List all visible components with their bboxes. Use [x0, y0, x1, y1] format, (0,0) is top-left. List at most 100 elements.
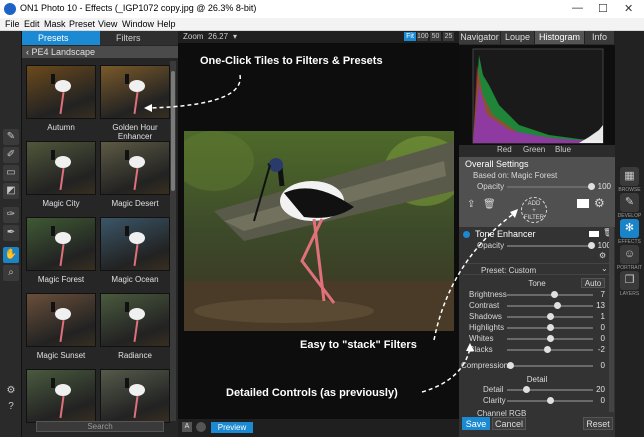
zoom-50-button[interactable]: 50: [430, 32, 441, 41]
zoom-tool-icon[interactable]: ⌕: [3, 265, 19, 281]
close-button[interactable]: ✕: [624, 2, 633, 15]
develop-module-icon[interactable]: ✎: [620, 193, 639, 212]
preset-tile-label: Magic Ocean: [111, 275, 159, 284]
gear-icon[interactable]: ⚙: [594, 196, 605, 210]
main-photo[interactable]: [184, 131, 454, 331]
overall-opacity-value: 100: [597, 182, 611, 191]
retouch-brush-icon[interactable]: ✒: [3, 225, 19, 241]
effects-module-icon[interactable]: ✻: [620, 219, 639, 238]
tone-slider-knob[interactable]: [547, 324, 554, 331]
overall-opacity-slider[interactable]: [507, 186, 593, 188]
detail-slider[interactable]: [507, 389, 593, 391]
chevron-down-icon: ⌄: [601, 264, 608, 273]
thumbnail-bird: [129, 232, 145, 244]
preset-tile[interactable]: [26, 217, 96, 271]
arrow-to-tiles: [144, 74, 241, 112]
channel-red[interactable]: Red: [497, 145, 512, 154]
left-toolbar: ✎ ✐ ▭ ◩ ✑ ✒ ✋ ⌕ ⚙ ?: [0, 31, 22, 437]
tone-slider-value: 13: [596, 301, 605, 310]
menu-mask[interactable]: Mask: [44, 19, 66, 29]
tone-slider-knob[interactable]: [544, 346, 552, 353]
zoom-dropdown-icon[interactable]: ▾: [233, 32, 237, 41]
menu-file[interactable]: File: [5, 19, 20, 29]
preset-tile[interactable]: [26, 369, 96, 423]
preset-tile[interactable]: [26, 141, 96, 195]
maximize-button[interactable]: ☐: [598, 2, 608, 15]
channel-green[interactable]: Green: [523, 145, 545, 154]
app-logo-icon: [4, 3, 16, 15]
filter-gear-icon[interactable]: ⚙: [599, 251, 606, 260]
mask-swatch-icon[interactable]: [577, 199, 589, 208]
zoom-fit-button[interactable]: Fit: [404, 32, 416, 41]
tone-slider-knob[interactable]: [547, 313, 554, 320]
bird-photo-image: [184, 131, 454, 331]
cancel-button[interactable]: Cancel: [492, 417, 526, 430]
zoom-25-button[interactable]: 25: [443, 32, 454, 41]
menu-edit[interactable]: Edit: [24, 19, 40, 29]
settings-gear-icon[interactable]: ⚙: [3, 383, 19, 399]
tone-slider-value: 7: [600, 290, 605, 299]
tone-slider-value: 1: [600, 312, 605, 321]
help-icon[interactable]: ?: [3, 399, 19, 415]
auto-button[interactable]: Auto: [581, 278, 605, 288]
refine-brush-icon[interactable]: ✑: [3, 207, 19, 223]
settings-scrollbar[interactable]: [609, 227, 614, 412]
layers-module-icon[interactable]: ❐: [620, 271, 639, 290]
preview-button[interactable]: Preview: [211, 422, 253, 433]
clarity-knob[interactable]: [547, 397, 554, 404]
channel-blue[interactable]: Blue: [555, 145, 571, 154]
preset-search-input[interactable]: Search: [36, 421, 164, 432]
portrait-module-icon[interactable]: ☺: [620, 245, 639, 264]
tab-filters[interactable]: Filters: [100, 31, 178, 45]
preset-tile[interactable]: [26, 65, 96, 119]
preset-tile[interactable]: [100, 217, 170, 271]
zoom-100-button[interactable]: 100: [417, 32, 429, 41]
thumbnail-bird-neck: [125, 378, 129, 388]
zoom-value[interactable]: 26.27: [208, 32, 228, 41]
thumbnail-bird: [55, 156, 71, 168]
minimize-button[interactable]: —: [572, 2, 583, 14]
add-filter-button[interactable]: ADD + FILTER: [521, 197, 547, 223]
reset-button[interactable]: Reset: [583, 417, 613, 430]
compression-slider[interactable]: [507, 365, 593, 367]
tab-histogram[interactable]: Histogram: [535, 31, 585, 44]
compression-knob[interactable]: [507, 362, 514, 369]
thumbnail-bird: [55, 232, 71, 244]
chisel-icon[interactable]: ◩: [3, 183, 19, 199]
thumbnail-bird-neck: [125, 74, 129, 84]
preset-tile[interactable]: [100, 141, 170, 195]
title-bar: ON1 Photo 10 - Effects (_IGP1072 copy.jp…: [0, 0, 644, 18]
tab-info[interactable]: Info: [585, 31, 615, 44]
thumbnail-bird-neck: [125, 226, 129, 236]
before-after-icon[interactable]: A: [182, 422, 192, 432]
line-mask-icon[interactable]: ▭: [3, 165, 19, 181]
filter-mask-icon[interactable]: [589, 231, 599, 237]
masking-brush-icon[interactable]: ✐: [3, 147, 19, 163]
preset-group-header[interactable]: ‹ PE4 Landscape: [22, 46, 178, 58]
hand-tool-icon[interactable]: ✋: [3, 247, 19, 263]
thumbnail-bird-neck: [51, 378, 55, 388]
save-button[interactable]: Save: [462, 417, 490, 430]
tab-navigator[interactable]: Navigator: [459, 31, 501, 44]
filter-opacity-value: 100: [597, 241, 611, 250]
tab-loupe[interactable]: Loupe: [501, 31, 535, 44]
tab-presets[interactable]: Presets: [22, 31, 100, 45]
mask-view-icon[interactable]: [196, 422, 206, 432]
tone-slider-knob[interactable]: [547, 335, 554, 342]
overall-settings-title: Overall Settings: [465, 159, 529, 169]
browse-module-icon[interactable]: ▦: [620, 167, 639, 186]
preset-tile[interactable]: [100, 293, 170, 347]
tone-slider-knob[interactable]: [551, 291, 559, 298]
menu-help[interactable]: Help: [157, 19, 176, 29]
menu-preset[interactable]: Preset: [69, 19, 95, 29]
preset-tile[interactable]: [26, 293, 96, 347]
based-on-label: Based on:: [473, 171, 510, 180]
presets-tab-bar: Presets Filters: [22, 31, 178, 45]
preset-tile[interactable]: [100, 369, 170, 423]
menu-view[interactable]: View: [98, 19, 117, 29]
menu-window[interactable]: Window: [122, 19, 154, 29]
brush-tool-icon[interactable]: ✎: [3, 129, 19, 145]
thumbnail-bird-neck: [51, 302, 55, 312]
tone-slider-knob[interactable]: [553, 302, 561, 309]
detail-knob[interactable]: [523, 386, 530, 393]
